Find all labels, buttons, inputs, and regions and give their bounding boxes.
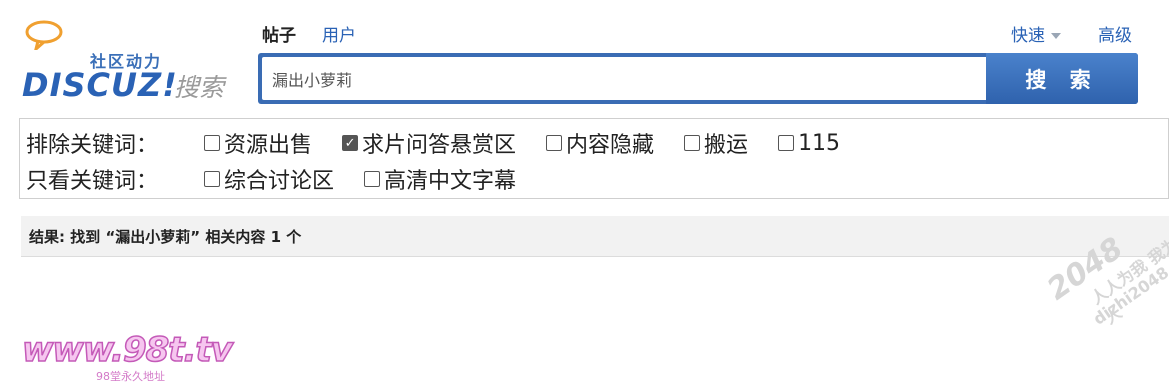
checkbox[interactable]: [684, 135, 701, 151]
keyword-filter-panel: 排除关键词： 资源出售 求片问答悬赏区 内容隐藏 搬运 115 只看关键词： 综…: [19, 118, 1169, 199]
advanced-search-link[interactable]: 高级: [1098, 21, 1132, 46]
checkbox[interactable]: [204, 171, 220, 187]
exclude-option-115[interactable]: 115: [778, 131, 840, 156]
option-label: 综合讨论区: [224, 169, 335, 194]
logo-subtitle: 搜索: [174, 73, 225, 102]
option-label: 求片问答悬赏区: [362, 133, 517, 158]
tab-posts[interactable]: 帖子: [262, 21, 296, 46]
exclude-option-resource-sale[interactable]: 资源出售: [204, 127, 312, 159]
search-input[interactable]: [262, 57, 1002, 100]
watermark-98t: www.98t.tv: [21, 329, 233, 371]
exclude-option-hidden-content[interactable]: 内容隐藏: [546, 127, 654, 159]
checkbox[interactable]: [546, 135, 563, 151]
checkbox[interactable]: [778, 135, 795, 151]
search-button[interactable]: 搜 索: [986, 53, 1138, 104]
exclude-keywords-row: 排除关键词： 资源出售 求片问答悬赏区 内容隐藏 搬运 115: [26, 127, 870, 159]
search-box: 搜 索: [258, 53, 1138, 104]
checkbox[interactable]: [364, 171, 381, 187]
exclude-keywords-label: 排除关键词：: [26, 133, 159, 158]
exclude-option-request-qa[interactable]: 求片问答悬赏区: [342, 127, 516, 159]
caret-down-icon: [1051, 33, 1061, 39]
checkbox[interactable]: [204, 135, 220, 151]
exclude-option-repost[interactable]: 搬运: [684, 127, 748, 159]
logo-wordmark: DISCUZ!: [22, 66, 178, 104]
option-label: 资源出售: [224, 133, 313, 158]
only-keywords-row: 只看关键词： 综合讨论区 高清中文字幕: [26, 163, 546, 195]
tab-users[interactable]: 用户: [322, 21, 356, 46]
option-label: 115: [798, 130, 841, 156]
speech-bubble-icon: [25, 20, 63, 50]
option-label: 内容隐藏: [566, 133, 655, 158]
only-option-general-discussion[interactable]: 综合讨论区: [204, 163, 334, 195]
logo[interactable]: 社区动力 DISCUZ! 搜索: [18, 18, 238, 108]
checkbox-checked[interactable]: [342, 135, 359, 151]
option-label: 高清中文字幕: [384, 169, 517, 194]
search-type-tabs: 帖子 用户: [262, 21, 356, 46]
option-label: 搬运: [704, 133, 749, 158]
quick-search-label: 快速: [1011, 26, 1045, 46]
quick-search-dropdown[interactable]: 快速: [1011, 21, 1061, 46]
only-option-hd-chinese-subs[interactable]: 高清中文字幕: [364, 163, 516, 195]
only-keywords-label: 只看关键词：: [26, 169, 159, 194]
watermark-98t-sub: 98堂永久地址: [96, 370, 165, 383]
